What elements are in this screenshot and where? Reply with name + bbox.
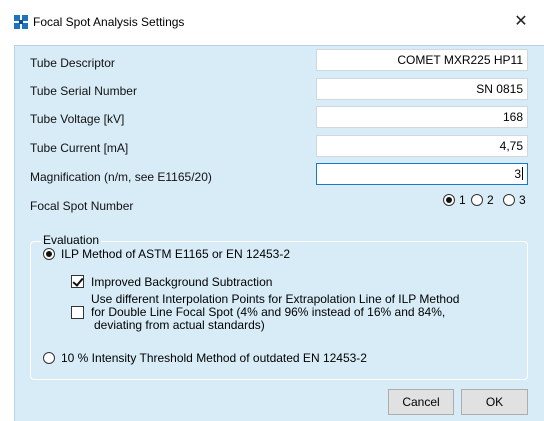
improved-background-label: Improved Background Subtraction xyxy=(91,275,273,289)
magnification-label: Magnification (n/m, see E1165/20) xyxy=(30,170,212,184)
focal-spot-label: Focal Spot Number xyxy=(30,199,134,213)
improved-background-checkbox[interactable] xyxy=(71,275,84,288)
magnification-input[interactable]: 3 xyxy=(316,163,528,185)
tube-voltage-label: Tube Voltage [kV] xyxy=(30,112,125,126)
evaluation-group-title: Evaluation xyxy=(41,233,102,247)
focal-spot-radio-2-label: 2 xyxy=(487,193,494,207)
focal-spot-app-icon xyxy=(14,15,28,29)
focal-spot-radio-2[interactable] xyxy=(471,194,483,206)
tube-voltage-input[interactable]: 168 xyxy=(316,106,528,128)
focal-spot-radio-1[interactable] xyxy=(443,194,455,206)
tube-descriptor-input[interactable]: COMET MXR225 HP11 xyxy=(316,49,528,71)
close-icon[interactable]: ✕ xyxy=(506,8,536,36)
interpolation-line-3: deviating from actual standards) xyxy=(94,318,265,332)
focal-spot-radio-3[interactable] xyxy=(503,194,515,206)
magnification-value: 3 xyxy=(514,167,521,181)
text-caret xyxy=(522,167,523,180)
threshold-method-label: 10 % Intensity Threshold Method of outda… xyxy=(61,351,367,365)
tube-current-input[interactable]: 4,75 xyxy=(316,135,528,157)
ilp-method-label: ILP Method of ASTM E1165 or EN 12453-2 xyxy=(61,247,291,261)
interpolation-points-checkbox[interactable] xyxy=(71,306,84,319)
tube-serial-label: Tube Serial Number xyxy=(30,84,137,98)
window-title: Focal Spot Analysis Settings xyxy=(33,15,185,29)
tube-descriptor-label: Tube Descriptor xyxy=(30,56,115,70)
threshold-method-radio[interactable] xyxy=(43,352,55,364)
title-bar: Focal Spot Analysis Settings ✕ xyxy=(0,0,544,44)
cancel-button[interactable]: Cancel xyxy=(388,389,454,415)
ok-button[interactable]: OK xyxy=(461,389,528,415)
focal-spot-radio-3-label: 3 xyxy=(519,193,526,207)
tube-current-label: Tube Current [mA] xyxy=(30,141,129,155)
ilp-method-radio[interactable] xyxy=(43,248,55,260)
dialog-window: Focal Spot Analysis Settings ✕ Tube Desc… xyxy=(0,0,544,421)
tube-serial-input[interactable]: SN 0815 xyxy=(316,78,528,100)
focal-spot-radio-1-label: 1 xyxy=(459,193,466,207)
